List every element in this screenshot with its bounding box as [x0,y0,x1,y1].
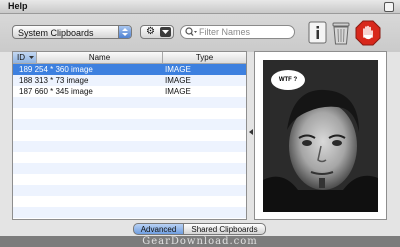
filter-search[interactable] [180,25,295,39]
item-name: 187 660 * 345 image [19,87,93,96]
help-menu[interactable]: Help [8,1,28,11]
gear-icon: ⚙ [146,26,155,37]
close-icon[interactable] [384,2,394,12]
empty-row [13,141,246,152]
chevron-down-icon [160,27,171,37]
column-header-id[interactable]: ID [13,52,37,63]
split-handle-icon[interactable] [249,129,253,135]
column-header-type[interactable]: Type [163,52,246,63]
empty-row [13,185,246,196]
clipboard-select[interactable]: System Clipboards [12,25,132,39]
list-item[interactable]: 189 254 * 360 image IMAGE [13,64,246,75]
sort-descending-icon [29,56,34,59]
watermark: GearDownload.com [0,236,400,247]
empty-row [13,152,246,163]
action-menu-button[interactable]: ⚙ [140,25,174,39]
clipboard-window: Help System Clipboards ⚙ Filter Names ID… [0,0,400,241]
empty-row [13,97,246,108]
updown-arrows-icon [118,26,131,38]
preview-image: WTF ? [263,60,378,212]
empty-row [13,196,246,207]
tab-advanced[interactable]: Advanced [133,223,184,235]
trash-icon[interactable] [330,20,352,46]
tab-shared-clipboards[interactable]: Shared Clipboards [183,223,266,235]
item-type: IMAGE [165,76,191,85]
list-item[interactable]: 187 660 * 345 image IMAGE [13,86,246,97]
info-icon[interactable] [307,20,329,46]
list-rows: 189 254 * 360 image IMAGE 188 313 * 73 i… [13,64,246,218]
empty-row [13,174,246,185]
empty-row [13,108,246,119]
search-icon [185,27,197,36]
menu-bar: Help [0,0,400,14]
clipboard-select-value: System Clipboards [18,28,94,38]
item-type: IMAGE [165,65,191,74]
empty-row [13,119,246,130]
empty-row [13,207,246,218]
stop-hand-icon[interactable] [355,20,381,46]
filter-names-input[interactable] [199,27,291,37]
column-header-name[interactable]: Name [37,52,163,63]
speech-bubble: WTF ? [271,70,305,90]
list-header: ID Name Type [13,52,246,64]
empty-row [13,130,246,141]
image-preview-panel: WTF ? [254,51,387,220]
empty-row [13,163,246,174]
item-name: 188 313 * 73 image [19,76,89,85]
item-name: 189 254 * 360 image [19,65,93,74]
item-type: IMAGE [165,87,191,96]
clipboard-list: ID Name Type 189 254 * 360 image IMAGE 1… [12,51,247,220]
list-item[interactable]: 188 313 * 73 image IMAGE [13,75,246,86]
